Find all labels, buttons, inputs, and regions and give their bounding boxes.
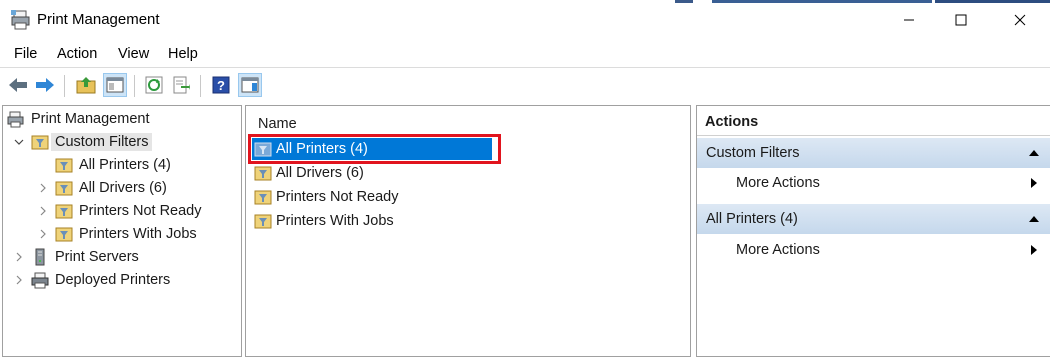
collapse-chevron-icon[interactable] [13,136,25,148]
menu-view[interactable]: View [118,46,149,62]
maximize-button[interactable] [938,0,984,40]
actions-section-title: All Printers (4) [706,211,798,227]
list-item-printers-not-ready[interactable]: Printers Not Ready [254,186,399,208]
submenu-arrow-icon [1031,178,1037,188]
filter-folder-icon [254,188,272,206]
expand-chevron-icon[interactable] [13,251,25,263]
filter-folder-icon [254,164,272,182]
back-icon [9,78,27,92]
tree-label: Print Management [31,111,150,127]
expand-chevron-icon[interactable] [37,182,49,194]
svg-text:?: ? [217,78,225,93]
forward-icon [36,78,54,92]
tree-label: Printers With Jobs [79,226,197,242]
filter-folder-icon [55,156,73,174]
list-item-printers-with-jobs[interactable]: Printers With Jobs [254,210,394,232]
maximize-icon [955,14,967,26]
column-header-name[interactable]: Name [258,116,297,132]
actions-section-title: Custom Filters [706,145,800,161]
tree-label: All Printers (4) [79,157,171,173]
show-hide-actions-icon [241,77,259,93]
menu-file[interactable]: File [14,46,37,62]
actions-section-all-printers[interactable]: All Printers (4) [697,204,1050,234]
collapse-up-icon[interactable] [1028,215,1040,223]
server-icon [31,248,49,266]
tree-item-custom-filters[interactable]: Custom Filters [13,131,153,153]
tree-label: Print Servers [55,249,139,265]
close-icon [1014,14,1026,26]
show-hide-tree-icon [106,77,124,93]
menu-bar: File Action View Help [0,41,1050,67]
tree-item-all-drivers[interactable]: All Drivers (6) [37,177,167,199]
minimize-button[interactable] [886,0,932,40]
more-actions-all-printers[interactable]: More Actions [697,235,1050,265]
print-management-app-icon [10,9,32,31]
tree-label: All Drivers (6) [79,180,167,196]
expand-chevron-icon[interactable] [13,274,25,286]
filter-folder-icon [55,225,73,243]
expand-chevron-icon[interactable] [37,228,49,240]
back-button[interactable] [6,73,30,97]
export-icon [173,76,190,94]
actions-section-custom-filters[interactable]: Custom Filters [697,138,1050,168]
tree-item-printers-not-ready[interactable]: Printers Not Ready [37,200,202,222]
background-window-edge [712,0,932,3]
title-bar: Print Management [0,0,1050,40]
refresh-icon [145,76,163,94]
toolbar-separator [200,75,201,97]
more-actions-label: More Actions [736,242,820,258]
more-actions-label: More Actions [736,175,820,191]
tree-item-all-printers[interactable]: All Printers (4) [55,154,171,176]
tree-item-print-servers[interactable]: Print Servers [13,246,139,268]
up-one-level-button[interactable] [74,73,98,97]
list-item-label: Printers With Jobs [276,213,394,229]
tree-label: Custom Filters [51,133,153,151]
list-item-label: All Drivers (6) [276,165,364,181]
window-title: Print Management [37,11,160,28]
console-tree-pane: Print Management Custom Filters All Prin… [2,105,242,357]
forward-button[interactable] [33,73,57,97]
close-button[interactable] [997,0,1043,40]
background-window-edge [675,0,693,3]
menu-help[interactable]: Help [168,46,198,62]
minimize-icon [904,19,914,21]
tree-item-deployed-printers[interactable]: Deployed Printers [13,269,170,291]
toolbar-separator [134,75,135,97]
actions-title: Actions [697,106,1050,136]
filter-folder-icon [55,179,73,197]
tree-item-printers-with-jobs[interactable]: Printers With Jobs [37,223,197,245]
collapse-up-icon[interactable] [1028,149,1040,157]
filter-folder-icon [254,212,272,230]
toolbar: ? [0,67,1050,103]
expand-chevron-icon[interactable] [37,205,49,217]
list-item-all-drivers[interactable]: All Drivers (6) [254,162,364,184]
refresh-button[interactable] [142,73,166,97]
print-management-icon [7,110,25,128]
list-item-label: Printers Not Ready [276,189,399,205]
printer-icon [31,271,49,289]
results-list-pane: Name All Printers (4) All Drivers (6) Pr… [245,105,691,357]
tree-item-print-management[interactable]: Print Management [7,108,149,130]
tree-label: Printers Not Ready [79,203,202,219]
filter-folder-icon [55,202,73,220]
more-actions-custom-filters[interactable]: More Actions [697,168,1050,198]
help-button[interactable]: ? [209,73,233,97]
toolbar-separator [64,75,65,97]
show-hide-action-pane-button[interactable] [238,73,262,97]
export-list-button[interactable] [169,73,193,97]
filter-folder-icon [31,133,49,151]
tree-label: Deployed Printers [55,272,171,288]
help-icon: ? [212,76,230,94]
up-folder-icon [76,77,96,94]
menu-action[interactable]: Action [57,46,97,62]
actions-pane: Actions Custom Filters More Actions All … [696,105,1050,357]
submenu-arrow-icon [1031,245,1037,255]
show-hide-console-tree-button[interactable] [103,73,127,97]
highlight-box [248,134,501,164]
background-window-edge [935,0,1050,3]
